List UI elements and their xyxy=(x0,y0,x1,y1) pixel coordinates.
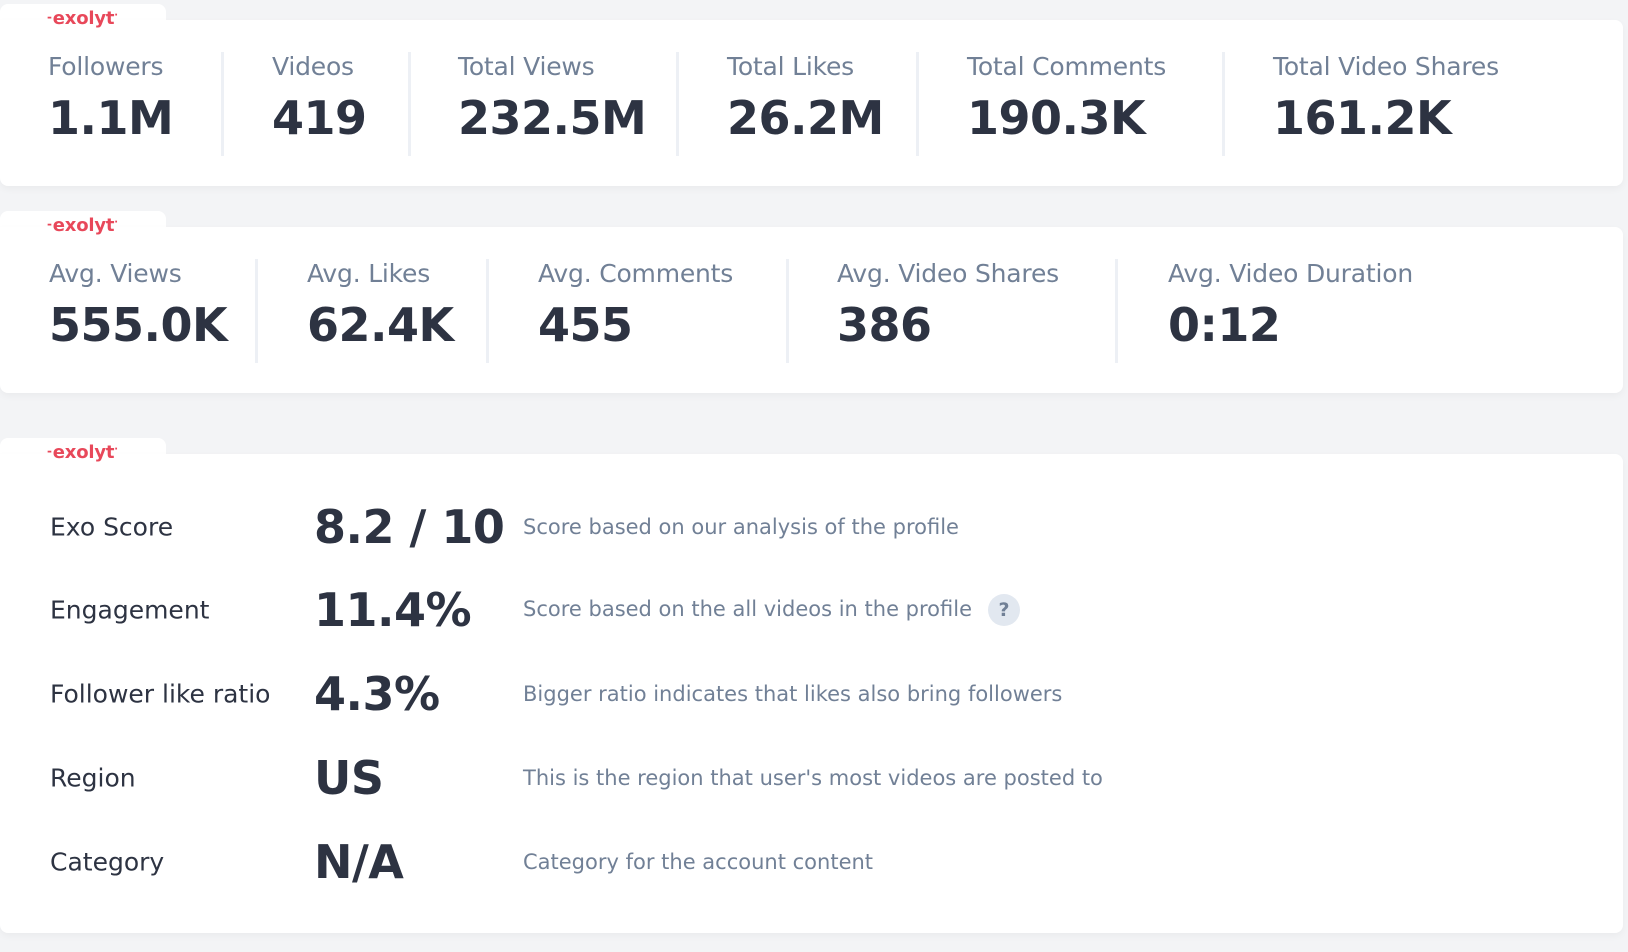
metric-value: 8.2 / 10 xyxy=(314,500,505,554)
stat-label: Followers xyxy=(48,52,164,81)
stat-value: 190.3K xyxy=(967,91,1146,145)
metrics-card: -exolyt· Exo Score 8.2 / 10 Score based … xyxy=(0,438,1623,933)
metric-value: US xyxy=(314,751,384,805)
stat-value: 455 xyxy=(538,298,633,352)
metric-follower-like-ratio: Follower like ratio 4.3% Bigger ratio in… xyxy=(0,664,1623,724)
divider xyxy=(486,259,489,363)
averages-card: -exolyt· Avg. Views 555.0K Avg. Likes 62… xyxy=(0,211,1623,393)
stat-value: 161.2K xyxy=(1273,91,1452,145)
stat-value: 62.4K xyxy=(307,298,454,352)
metric-label: Follower like ratio xyxy=(50,679,271,709)
metric-exo-score: Exo Score 8.2 / 10 Score based on our an… xyxy=(0,497,1623,557)
divider xyxy=(1115,259,1118,363)
metric-description: Score based on the all videos in the pro… xyxy=(523,597,973,621)
metric-description: Bigger ratio indicates that likes also b… xyxy=(523,682,1063,706)
exolyt-logo: -exolyt· xyxy=(47,8,118,29)
exolyt-logo: -exolyt· xyxy=(47,215,118,236)
divider xyxy=(1222,52,1225,156)
metric-region: Region US This is the region that user's… xyxy=(0,748,1623,808)
metric-description: Score based on our analysis of the profi… xyxy=(523,515,959,539)
stat-followers: Followers 1.1M xyxy=(48,52,174,145)
stat-total-comments: Total Comments 190.3K xyxy=(967,52,1166,145)
stat-avg-comments: Avg. Comments 455 xyxy=(538,259,733,352)
metric-description: Category for the account content xyxy=(523,850,874,874)
divider xyxy=(221,52,224,156)
metric-label: Engagement xyxy=(50,595,210,625)
stat-label: Videos xyxy=(272,52,354,81)
metric-label: Exo Score xyxy=(50,512,174,542)
stat-value: 232.5M xyxy=(458,91,647,145)
divider xyxy=(676,52,679,156)
divider xyxy=(916,52,919,156)
help-icon[interactable]: ? xyxy=(988,594,1021,626)
stat-total-likes: Total Likes 26.2M xyxy=(727,52,884,145)
stat-label: Total Likes xyxy=(727,52,854,81)
divider xyxy=(786,259,789,363)
metric-engagement: Engagement 11.4% Score based on the all … xyxy=(0,580,1623,640)
metric-description: This is the region that user's most vide… xyxy=(523,766,1103,790)
metric-value: N/A xyxy=(314,835,404,889)
stat-value: 0:12 xyxy=(1168,298,1281,352)
stat-value: 26.2M xyxy=(727,91,884,145)
divider xyxy=(255,259,258,363)
metric-category: Category N/A Category for the account co… xyxy=(0,832,1623,892)
stat-label: Avg. Views xyxy=(49,259,182,288)
metric-value: 11.4% xyxy=(314,583,472,637)
stat-label: Avg. Likes xyxy=(307,259,431,288)
stat-label: Total Video Shares xyxy=(1273,52,1499,81)
metric-value: 4.3% xyxy=(314,667,440,721)
stat-avg-likes: Avg. Likes 62.4K xyxy=(307,259,454,352)
stat-value: 386 xyxy=(837,298,932,352)
stat-label: Avg. Video Duration xyxy=(1168,259,1413,288)
divider xyxy=(408,52,411,156)
stat-total-views: Total Views 232.5M xyxy=(458,52,647,145)
stat-videos: Videos 419 xyxy=(272,52,367,145)
stat-label: Avg. Video Shares xyxy=(837,259,1059,288)
metric-label: Category xyxy=(50,847,165,877)
stat-avg-video-duration: Avg. Video Duration 0:12 xyxy=(1168,259,1413,352)
stat-label: Total Comments xyxy=(967,52,1167,81)
stat-avg-video-shares: Avg. Video Shares 386 xyxy=(837,259,1059,352)
stat-value: 555.0K xyxy=(49,298,228,352)
stat-value: 419 xyxy=(272,91,367,145)
metric-description-wrap: Score based on the all videos in the pro… xyxy=(523,594,1021,626)
totals-card: -exolyt· Followers 1.1M Videos 419 Total… xyxy=(0,4,1623,186)
stat-value: 1.1M xyxy=(48,91,174,145)
metric-label: Region xyxy=(50,763,136,793)
stat-avg-views: Avg. Views 555.0K xyxy=(49,259,228,352)
stat-total-video-shares: Total Video Shares 161.2K xyxy=(1273,52,1499,145)
exolyt-logo: -exolyt· xyxy=(47,442,118,463)
stat-label: Total Views xyxy=(458,52,595,81)
stat-label: Avg. Comments xyxy=(538,259,734,288)
